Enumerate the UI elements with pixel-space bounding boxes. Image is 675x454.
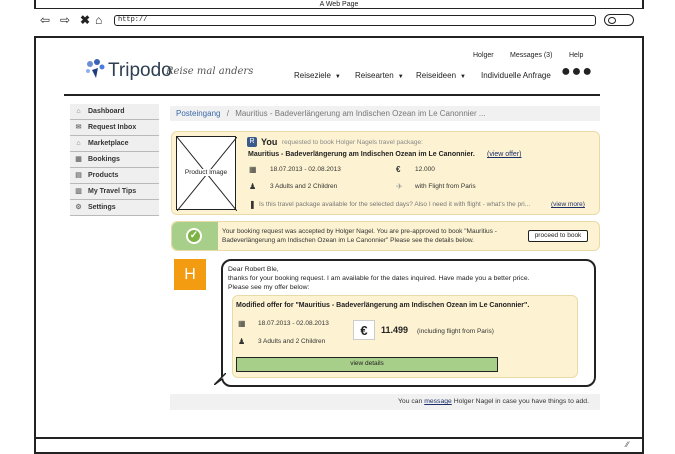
requester-name: You (261, 137, 278, 147)
message-link[interactable]: message (424, 398, 452, 405)
sidebar-item-products[interactable]: ▤ Products (70, 168, 159, 184)
menu-reiseideen[interactable]: Reiseideen ▼ (416, 71, 466, 80)
gear-icon: ⚙ (75, 204, 82, 211)
home-icon[interactable]: ⌂ (95, 14, 102, 26)
user-link[interactable]: Holger (473, 52, 494, 59)
marketplace-icon: ⌂ (76, 140, 81, 147)
calendar-icon: ▦ (249, 165, 257, 174)
more-icon[interactable]: ●●● (561, 63, 593, 81)
message-greeting: Dear Robert Ble, (228, 266, 279, 273)
people-icon: ♟ (238, 337, 246, 346)
brand-name[interactable]: Tripodo (108, 60, 172, 82)
caret-down-icon: ▼ (460, 74, 466, 80)
calendar-icon: ▦ (75, 156, 82, 163)
products-icon: ▤ (75, 172, 82, 179)
euro-icon: € (353, 320, 375, 340)
message-body-2: Please see my offer below: (228, 284, 310, 291)
footer-text: You can message Holger Nagel in case you… (398, 398, 589, 405)
menu-label: Reisearten (355, 71, 394, 80)
offer-dates: 18.07.2013 - 02.08.2013 (258, 320, 329, 327)
caret-down-icon: ▼ (334, 74, 341, 80)
product-image-label: Product Image (177, 169, 235, 176)
request-dates: 18.07.2013 - 02.08.2013 (270, 166, 341, 173)
proceed-to-book-button[interactable]: proceed to book (528, 230, 588, 242)
sidebar-item-my-travel-tips[interactable]: ▥ My Travel Tips (70, 184, 159, 200)
view-more-link[interactable]: (view more) (551, 201, 585, 208)
caret-down-icon: ▼ (397, 74, 404, 80)
menu-reiseziele[interactable]: Reiseziele ▼ (294, 71, 341, 80)
breadcrumb-root[interactable]: Posteingang (176, 109, 220, 118)
view-details-button[interactable]: view details (236, 357, 498, 372)
menu-individuelle-anfrage[interactable]: Individuelle Anfrage (481, 71, 551, 80)
calendar-icon: ▦ (238, 319, 246, 328)
sidebar-item-marketplace[interactable]: ⌂ Marketplace (70, 136, 159, 152)
request-flight: with Flight from Paris (415, 183, 476, 190)
sidebar-item-label: Marketplace (88, 140, 129, 147)
modified-offer-title: Modified offer for "Mauritius - Badeverl… (236, 302, 530, 309)
menu-reisearten[interactable]: Reisearten ▼ (355, 71, 404, 80)
menu-label: Reiseziele (294, 71, 331, 80)
offer-price: 11.499 (381, 325, 409, 335)
view-offer-link[interactable]: (view offer) (487, 151, 522, 158)
message-text: Dear Robert Ble, thanks for your booking… (228, 265, 588, 292)
sidebar: ⌂ Dashboard ✉ Request Inbox ⌂ Marketplace ▦… (70, 104, 159, 216)
sidebar-item-label: Products (88, 172, 119, 179)
product-image: Product Image (176, 136, 237, 211)
close-icon[interactable]: ✖ (80, 14, 90, 26)
breadcrumb: Posteingang / Mauritius - Badeverlängeru… (170, 106, 600, 121)
search-icon[interactable] (604, 14, 634, 26)
offer-guests: 3 Adults and 2 Children (258, 338, 326, 345)
home-icon: ⌂ (76, 108, 81, 115)
request-guests: 3 Adults and 2 Children (270, 183, 338, 190)
message-body: thanks for your booking request. I am av… (228, 275, 530, 282)
messages-link[interactable]: Messages (3) (510, 52, 552, 59)
status-bar (34, 437, 644, 454)
sidebar-item-settings[interactable]: ⚙ Settings (70, 200, 159, 216)
sidebar-item-label: Bookings (88, 156, 120, 163)
footer-post: Holger Nagel in case you have things to … (453, 398, 589, 405)
back-icon[interactable]: ⇦ (40, 14, 50, 26)
sidebar-item-label: My Travel Tips (88, 188, 137, 195)
request-summary: requested to book Holger Nagels travel p… (282, 139, 423, 146)
breadcrumb-separator: / (226, 109, 229, 118)
request-price: 12.000 (415, 166, 435, 173)
brand-tagline: Reise mal anders (166, 66, 254, 77)
sidebar-item-label: Dashboard (88, 108, 125, 115)
request-question: Is this travel package available for the… (259, 201, 531, 208)
request-offer-title: Mauritius - Badeverlängerung am Indische… (248, 151, 475, 158)
plane-icon: ✈ (396, 182, 403, 191)
resize-grip-icon[interactable]: ∕∕ (626, 440, 629, 449)
menu-label: Reiseideen (416, 71, 457, 80)
quote-icon: ❚ (249, 200, 256, 209)
people-icon: ♟ (249, 182, 257, 191)
help-link[interactable]: Help (569, 52, 583, 59)
sidebar-item-request-inbox[interactable]: ✉ Request Inbox (70, 120, 159, 136)
speech-tail (214, 373, 226, 385)
sidebar-item-dashboard[interactable]: ⌂ Dashboard (70, 104, 159, 120)
footer-pre: You can (398, 398, 423, 405)
sidebar-item-bookings[interactable]: ▦ Bookings (70, 152, 159, 168)
check-icon: ✓ (186, 228, 202, 244)
sidebar-item-label: Settings (88, 204, 116, 211)
tripodo-logo-icon (86, 59, 105, 78)
requester-badge: R (247, 137, 257, 147)
book-icon: ▥ (75, 188, 82, 195)
forward-icon[interactable]: ⇨ (60, 14, 70, 26)
accepted-text: Your booking request was accepted by Hol… (222, 228, 497, 244)
euro-icon: € (396, 165, 401, 174)
inbox-icon: ✉ (75, 124, 82, 131)
url-field[interactable]: http:// (114, 15, 596, 26)
breadcrumb-current: Mauritius - Badeverlängerung am Indische… (235, 109, 486, 118)
offer-price-note: (including flight from Paris) (417, 328, 494, 335)
sidebar-item-label: Request Inbox (88, 124, 137, 131)
avatar: H (174, 259, 206, 290)
